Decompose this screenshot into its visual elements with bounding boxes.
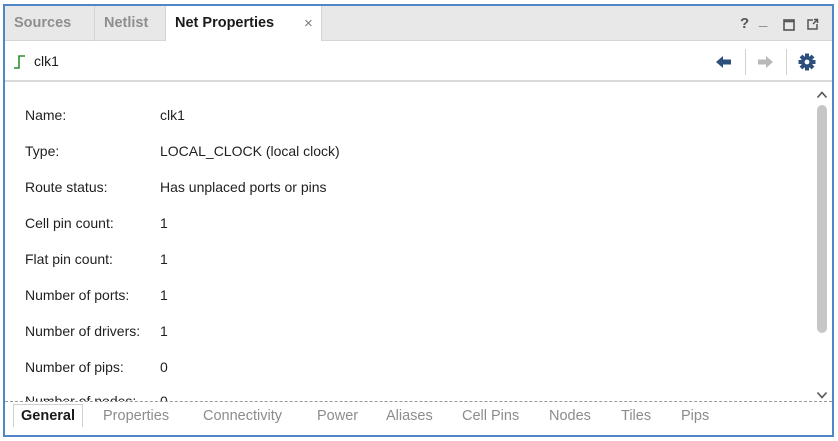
tab-aliases[interactable]: Aliases [386,408,433,424]
tab-connectivity[interactable]: Connectivity [203,408,282,424]
property-value: 1 [160,323,168,339]
tab-tiles[interactable]: Tiles [621,408,651,424]
vertical-scrollbar[interactable] [812,84,832,401]
property-value: Has unplaced ports or pins [160,179,327,195]
property-label: Type: [25,143,60,159]
properties-toolbar: clk1 [5,41,832,82]
tab-properties[interactable]: Properties [103,408,169,424]
help-icon[interactable]: ? [740,6,749,41]
property-label: Cell pin count: [25,215,114,231]
property-label: Number of pips: [25,359,124,375]
property-label: Flat pin count: [25,251,113,267]
property-label: Route status: [25,179,108,195]
toolbar-divider [745,49,746,75]
property-value: 0 [160,393,168,401]
tab-sources[interactable]: Sources [5,6,95,41]
forward-arrow-icon[interactable] [754,51,776,73]
property-value: 1 [160,251,168,267]
tab-close-icon[interactable]: × [304,6,313,41]
tab-nodes[interactable]: Nodes [549,408,591,424]
tab-power[interactable]: Power [317,408,358,424]
scrollbar-thumb[interactable] [817,105,827,333]
toolbar-divider [786,49,787,75]
property-value: clk1 [160,107,185,123]
net-properties-window: Sources Netlist Net Properties × ? _ clk… [3,4,834,437]
tab-netlist[interactable]: Netlist [95,6,166,41]
property-label: Number of nodes: [25,393,137,401]
scroll-up-icon[interactable] [816,88,828,100]
property-label: Name: [25,107,67,123]
property-value: 0 [160,359,168,375]
property-value: LOCAL_CLOCK (local clock) [160,143,340,159]
tab-net-properties[interactable]: Net Properties [166,6,322,42]
panel-tab-bar: Sources Netlist Net Properties × ? _ [5,6,832,42]
general-properties-panel: Name: clk1 Type: LOCAL_CLOCK (local cloc… [5,84,812,401]
property-value: 1 [160,287,168,303]
tab-cell-pins[interactable]: Cell Pins [462,408,519,424]
tab-pips[interactable]: Pips [681,408,709,424]
net-name-label: clk1 [34,53,59,69]
scroll-down-icon[interactable] [816,388,828,400]
back-arrow-icon[interactable] [713,51,735,73]
property-label: Number of drivers: [25,323,141,339]
clock-net-icon [13,54,27,73]
tab-general[interactable]: General [13,404,83,427]
minimize-icon[interactable]: _ [759,6,767,41]
bottom-tab-bar: General Properties Connectivity Power Al… [5,401,832,435]
property-label: Number of ports: [25,287,130,303]
gear-icon[interactable] [796,51,818,73]
property-value: 1 [160,215,168,231]
